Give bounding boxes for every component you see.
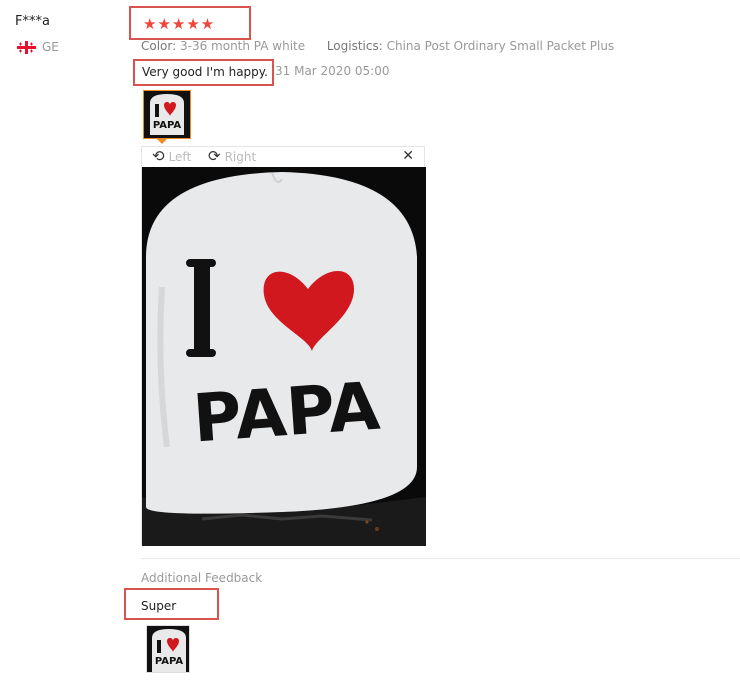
review-photo-large: PAPA xyxy=(142,167,426,546)
rotate-left-label: Left xyxy=(168,149,192,164)
rotate-right-label: Right xyxy=(224,149,257,164)
georgia-flag-icon xyxy=(17,40,36,54)
reviewer-country: GE xyxy=(17,40,59,54)
color-value: 3-36 month PA white xyxy=(180,39,306,53)
logistics-label: Logistics: xyxy=(326,39,383,53)
thumbnail-active-arrow xyxy=(157,139,167,144)
additional-feedback-text: Super xyxy=(141,599,177,613)
reviewer-name: F***a xyxy=(15,14,50,29)
review-text: Very good I'm happy. xyxy=(142,65,268,79)
image-viewer-toolbar: ⟲ Left ⟳ Right ✕ xyxy=(142,147,424,167)
star-rating-highlight: ★★★★★ xyxy=(129,6,251,40)
close-icon[interactable]: ✕ xyxy=(402,148,414,164)
divider xyxy=(141,558,740,559)
logistics-value: China Post Ordinary Small Packet Plus xyxy=(386,39,615,53)
image-viewer: ⟲ Left ⟳ Right ✕ PAPA xyxy=(141,146,426,546)
svg-text:PAPA: PAPA xyxy=(153,120,182,131)
additional-feedback-title: Additional Feedback xyxy=(141,571,263,585)
review-photo-thumbnail[interactable]: PAPA xyxy=(143,90,191,139)
star-rating: ★★★★★ xyxy=(143,15,216,33)
rotate-left-button[interactable]: ⟲ Left xyxy=(152,149,191,164)
svg-text:PAPA: PAPA xyxy=(155,656,184,667)
svg-text:PAPA: PAPA xyxy=(191,368,383,458)
review-date: 31 Mar 2020 05:00 xyxy=(275,64,390,78)
additional-feedback-highlight: Super xyxy=(124,588,219,620)
color-label: Color: xyxy=(141,39,177,53)
review-text-highlight: Very good I'm happy. xyxy=(133,59,274,86)
order-info: Color: 3-36 month PA white Logistics: Ch… xyxy=(141,39,614,53)
additional-photo-thumbnail[interactable]: PAPA xyxy=(146,625,190,673)
country-code: GE xyxy=(42,40,59,54)
rotate-left-icon: ⟲ xyxy=(152,147,165,165)
rotate-right-button[interactable]: ⟳ Right xyxy=(208,149,256,164)
rotate-right-icon: ⟳ xyxy=(208,147,221,165)
